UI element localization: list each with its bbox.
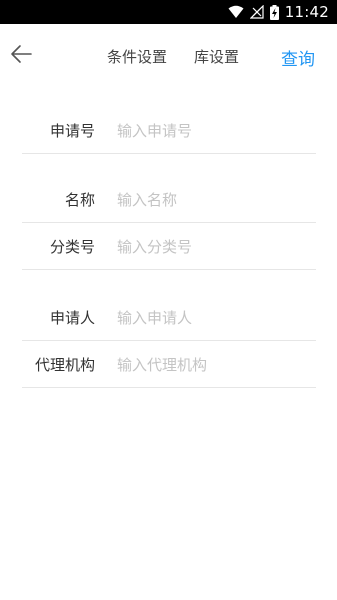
back-button[interactable] [6, 41, 36, 71]
field-label: 名称 [64, 191, 95, 209]
status-time: 11:42 [284, 3, 329, 21]
status-bar: 11:42 [0, 0, 337, 24]
name-input[interactable] [117, 190, 307, 209]
agency-input[interactable] [117, 355, 307, 374]
field-label: 代理机构 [34, 356, 95, 374]
battery-charging-icon [269, 4, 279, 20]
application-number-input[interactable] [117, 121, 307, 140]
field-agency: 代理机构 [22, 342, 316, 388]
field-label: 申请号 [49, 122, 95, 140]
status-icons: 11:42 [228, 0, 329, 24]
field-application-number: 申请号 [22, 108, 316, 154]
tab-library-settings[interactable]: 库设置 [194, 46, 239, 67]
field-label: 分类号 [49, 238, 95, 256]
wifi-icon [228, 5, 244, 19]
query-button[interactable]: 查询 [281, 45, 315, 70]
arrow-left-icon [9, 44, 33, 68]
tab-condition-settings[interactable]: 条件设置 [107, 46, 167, 67]
field-classification-number: 分类号 [22, 224, 316, 270]
no-signal-icon [249, 5, 264, 19]
field-applicant: 申请人 [22, 295, 316, 341]
field-name: 名称 [22, 177, 316, 223]
toolbar: 条件设置 库设置 查询 [0, 24, 337, 92]
field-label: 申请人 [49, 309, 95, 327]
applicant-input[interactable] [117, 308, 307, 327]
classification-number-input[interactable] [117, 237, 307, 256]
